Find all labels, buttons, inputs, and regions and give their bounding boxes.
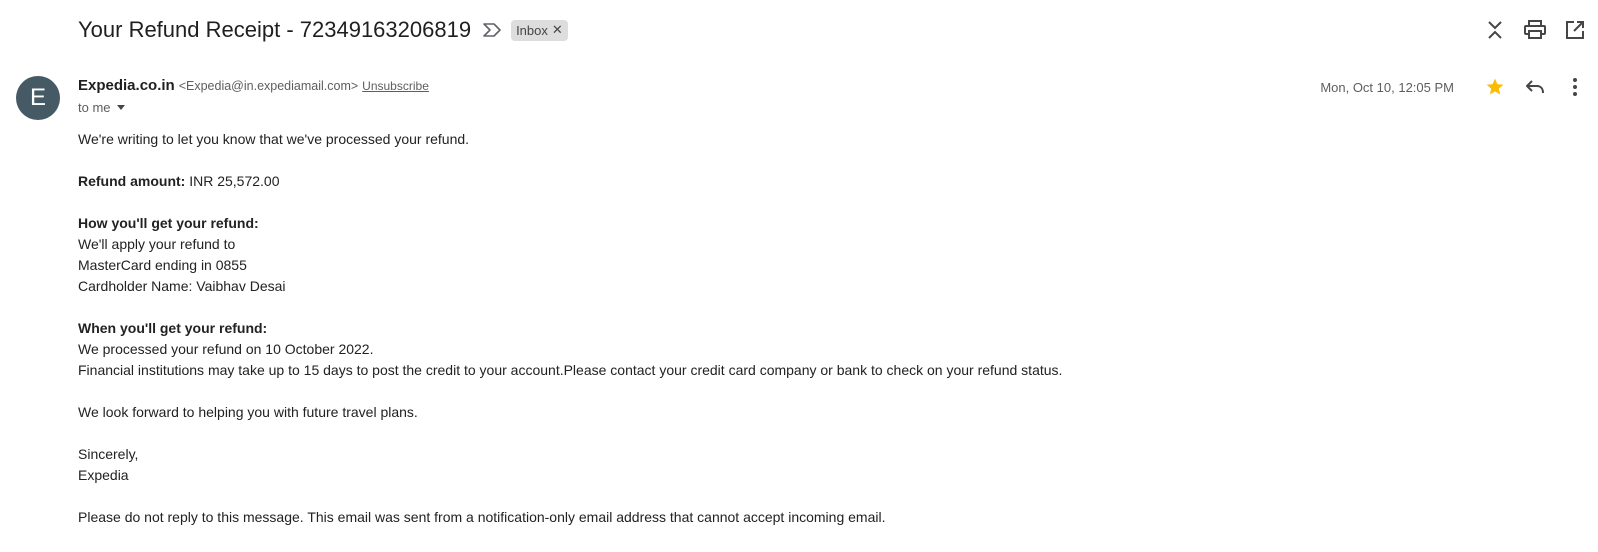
star-icon[interactable]	[1482, 74, 1508, 100]
future-plans-text: We look forward to helping you with futu…	[78, 404, 418, 420]
how-line-1: We'll apply your refund to	[78, 236, 236, 252]
thread-actions	[1482, 17, 1588, 43]
reply-icon[interactable]	[1522, 74, 1548, 100]
signature-text: Expedia	[78, 467, 129, 483]
recipient-text: to me	[78, 100, 111, 115]
when-line-1: We processed your refund on 10 October 2…	[78, 341, 374, 357]
refund-amount-label: Refund amount:	[78, 173, 186, 189]
caret-down-icon[interactable]	[116, 105, 125, 110]
intro-text: We're writing to let you know that we've…	[78, 131, 470, 147]
important-marker-icon[interactable]	[481, 19, 503, 41]
how-heading: How you'll get your refund:	[78, 215, 259, 231]
sender-info: Expedia.co.in <Expedia@in.expediamail.co…	[78, 77, 429, 94]
subject-row: Your Refund Receipt - 72349163206819 Inb…	[78, 14, 568, 46]
email-body: We're writing to let you know that we've…	[78, 129, 1178, 528]
message-meta: Mon, Oct 10, 12:05 PM	[1320, 74, 1588, 100]
email-subject: Your Refund Receipt - 72349163206819	[78, 17, 472, 42]
more-vertical-icon[interactable]	[1562, 74, 1588, 100]
unsubscribe-link[interactable]: Unsubscribe	[362, 79, 429, 93]
how-line-2: MasterCard ending in 0855	[78, 257, 247, 273]
signoff-text: Sincerely,	[78, 446, 139, 462]
refund-amount-value: INR 25,572.00	[189, 173, 280, 189]
inbox-label-chip[interactable]: Inbox ✕	[511, 19, 568, 41]
message-date: Mon, Oct 10, 12:05 PM	[1320, 79, 1454, 95]
how-line-3: Cardholder Name: Vaibhav Desai	[78, 278, 286, 294]
open-in-new-window-icon[interactable]	[1562, 17, 1588, 43]
sender-email: <Expedia@in.expediamail.com>	[178, 79, 359, 93]
refund-amount-line: Refund amount: INR 25,572.00	[78, 171, 1178, 192]
when-heading: When you'll get your refund:	[78, 320, 268, 336]
when-line-2: Financial institutions may take up to 15…	[78, 362, 1063, 378]
collapse-all-icon[interactable]	[1482, 17, 1508, 43]
sender-avatar[interactable]: E	[16, 76, 60, 120]
recipient-details-toggle[interactable]: to me	[78, 100, 125, 115]
sender-name[interactable]: Expedia.co.in	[78, 77, 175, 94]
remove-label-close-icon[interactable]: ✕	[552, 22, 563, 38]
print-icon[interactable]	[1522, 17, 1548, 43]
footer-notice: Please do not reply to this message. Thi…	[78, 509, 886, 525]
inbox-label-text: Inbox	[516, 22, 548, 38]
